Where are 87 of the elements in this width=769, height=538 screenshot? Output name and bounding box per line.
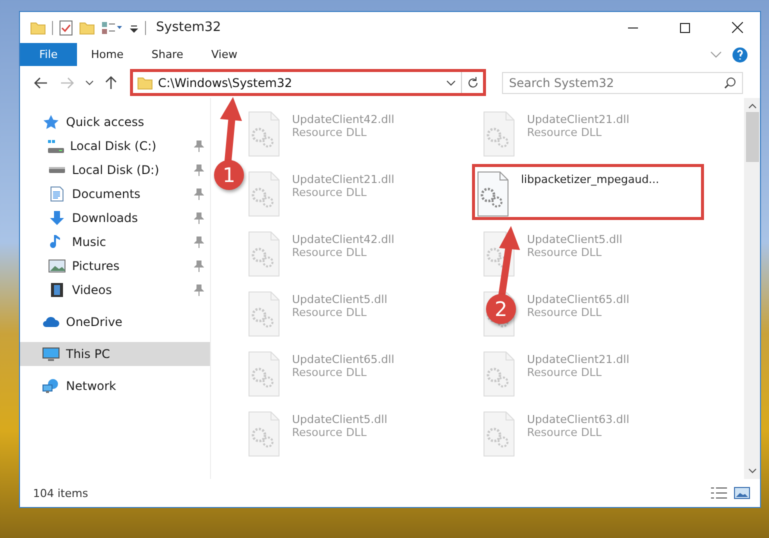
forward-arrow-icon	[60, 76, 74, 88]
file-name: UpdateClient65.dll	[527, 293, 630, 306]
file-type: Resource DLL	[527, 126, 603, 139]
scroll-up-icon[interactable]	[748, 102, 756, 110]
folder-icon	[79, 20, 95, 36]
ribbon-tab[interactable]: Share	[137, 43, 198, 66]
window-title: System32	[156, 20, 222, 35]
address-bar[interactable]: C:\Windows\System32	[130, 69, 486, 96]
file-type: Resource DLL	[292, 306, 368, 319]
sidebar-item[interactable]: Network	[20, 374, 210, 398]
chevron-down-icon	[710, 51, 722, 58]
up-arrow-icon	[105, 76, 117, 90]
picture-icon	[48, 258, 66, 274]
sidebar-item[interactable]: Music	[20, 230, 210, 254]
gear-document-icon	[248, 411, 280, 457]
file-type: Resource DLL	[527, 366, 603, 379]
sidebar-item[interactable]: Documents	[20, 182, 210, 206]
gear-document-icon	[483, 111, 515, 157]
file-type: Resource DLL	[292, 186, 368, 199]
monitor-icon	[42, 346, 60, 362]
star-icon	[42, 114, 60, 130]
vertical-scrollbar[interactable]	[744, 98, 760, 479]
file-type: Resource DLL	[292, 126, 368, 139]
search-icon	[724, 76, 736, 88]
dropdown-caret-icon	[129, 22, 139, 32]
cloud-icon	[42, 314, 60, 330]
gear-document-icon	[248, 231, 280, 277]
download-arrow-icon	[48, 210, 66, 226]
help-icon	[732, 46, 748, 62]
sidebar-item[interactable]: Videos	[20, 278, 210, 302]
file-name: UpdateClient5.dll	[527, 233, 622, 246]
file-type: Resource DLL	[527, 306, 603, 319]
folder-icon	[30, 20, 46, 36]
sidebar-item[interactable]: Local Disk (D:)	[20, 158, 210, 182]
gear-document-icon	[248, 351, 280, 397]
gear-document-icon	[477, 171, 509, 217]
refresh-icon	[466, 76, 478, 88]
maximize-icon	[680, 22, 690, 32]
film-icon	[48, 282, 66, 298]
search-field[interactable]: Search System32	[502, 72, 743, 94]
file-type: Resource DLL	[527, 246, 603, 259]
properties-icon	[101, 20, 123, 36]
large-icons-view-icon	[734, 486, 750, 500]
file-name: UpdateClient21.dll	[527, 353, 630, 366]
file-name: libpacketizer_mpegaud...	[521, 173, 660, 186]
ribbon-tab[interactable]: View	[197, 43, 252, 66]
file-name: UpdateClient21.dll	[527, 113, 630, 126]
file-type: Resource DLL	[527, 426, 603, 439]
drive-icon	[48, 140, 64, 152]
scrollbar-thumb[interactable]	[746, 112, 758, 162]
ribbon-tab[interactable]: File	[20, 43, 77, 66]
item-count: 104 items	[33, 486, 90, 500]
checklist-icon	[59, 20, 73, 36]
sidebar-item[interactable]: Local Disk (C:)	[20, 134, 210, 158]
file-name: UpdateClient21.dll	[292, 173, 394, 186]
file-name: UpdateClient65.dll	[292, 353, 394, 366]
sidebar-item[interactable]: OneDrive	[20, 310, 210, 334]
details-view-icon	[710, 486, 728, 500]
ribbon-tab[interactable]: Home	[77, 43, 138, 66]
file-type: Resource DLL	[292, 246, 368, 259]
file-type: Resource DLL	[292, 426, 368, 439]
chevron-down-icon	[84, 80, 94, 86]
file-type: Resource DLL	[292, 366, 368, 379]
gear-document-icon	[248, 171, 280, 217]
sidebar-item[interactable]: Downloads	[20, 206, 210, 230]
gear-document-icon	[483, 411, 515, 457]
sidebar-item[interactable]: This PC	[20, 342, 210, 366]
file-name: UpdateClient42.dll	[292, 113, 394, 126]
drive-icon	[49, 167, 65, 173]
sidebar-item[interactable]: Pictures	[20, 254, 210, 278]
minimize-icon	[628, 26, 638, 28]
gear-document-icon	[248, 111, 280, 157]
back-arrow-icon	[34, 76, 48, 88]
document-icon	[48, 186, 66, 202]
highlighted-file-item[interactable]: libpacketizer_mpegaud...	[472, 164, 704, 220]
file-name: UpdateClient5.dll	[292, 293, 388, 306]
close-icon	[732, 22, 742, 33]
file-name: UpdateClient5.dll	[292, 413, 388, 426]
sidebar-item[interactable]: Quick access	[20, 110, 210, 134]
network-globe-icon	[42, 378, 60, 394]
folder-icon	[137, 74, 153, 90]
file-name: UpdateClient63.dll	[527, 413, 630, 426]
gear-document-icon	[248, 291, 280, 337]
chevron-down-icon	[446, 78, 456, 86]
file-name: UpdateClient42.dll	[292, 233, 394, 246]
gear-document-icon	[483, 351, 515, 397]
scroll-down-icon[interactable]	[748, 467, 756, 475]
